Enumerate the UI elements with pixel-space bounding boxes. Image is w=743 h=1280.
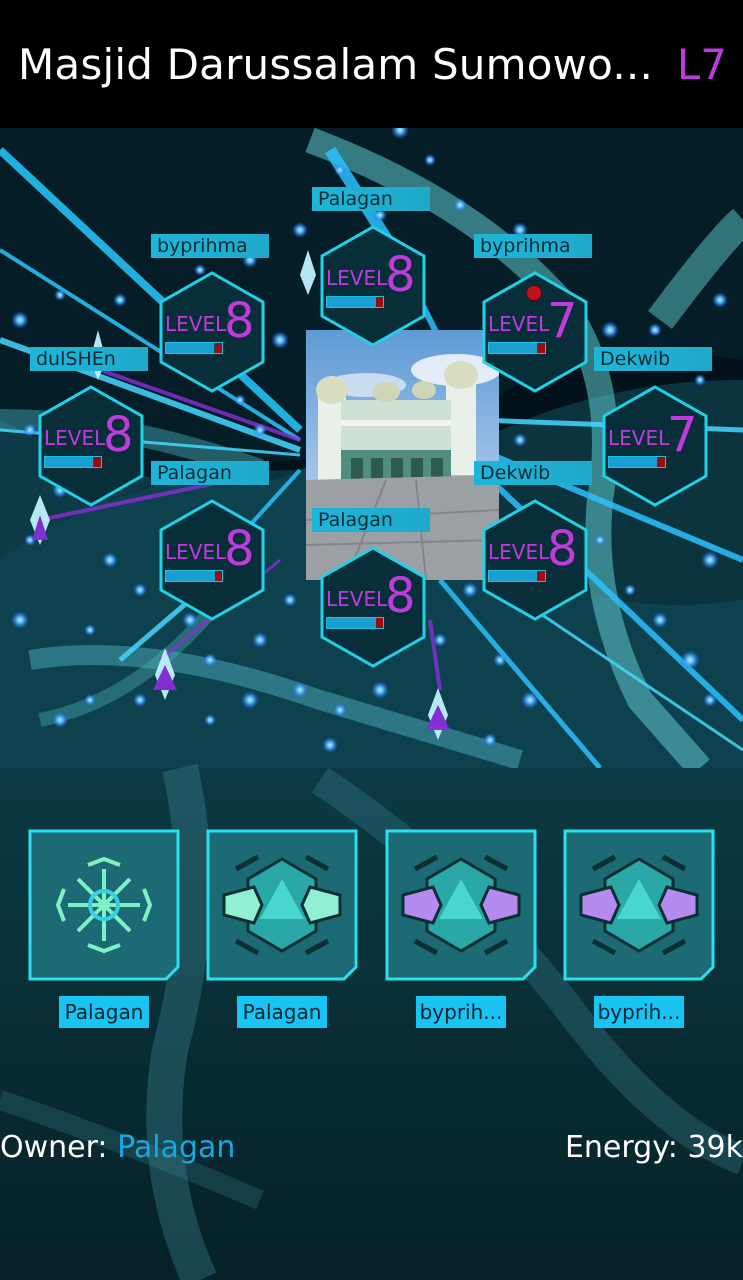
- resonator-owner-tag: Palagan: [151, 461, 269, 485]
- resonator-energy-fill: [327, 297, 378, 307]
- resonator-energy-bar: [165, 342, 223, 354]
- mod-owner-label-2: Palagan: [237, 996, 327, 1028]
- resonator-energy-cap: [94, 457, 101, 467]
- mod-slot-2[interactable]: [206, 829, 358, 981]
- owner-label: Owner:: [0, 1130, 108, 1165]
- resonator-level-word: LEVEL: [165, 312, 227, 336]
- resonator-slot-e[interactable]: LEVEL 7: [600, 384, 710, 508]
- mosque-image: [306, 330, 499, 580]
- portal-header: Masjid Darussalam Sumowo... L7: [0, 0, 743, 128]
- resonator-slot-n[interactable]: LEVEL 8: [318, 224, 428, 348]
- resonator-level-number: 8: [385, 568, 416, 624]
- mod-slot-3[interactable]: [385, 829, 537, 981]
- resonator-level-number: 7: [667, 407, 698, 463]
- resonator-slot-s[interactable]: LEVEL 8: [318, 545, 428, 669]
- resonator-slot-nw[interactable]: LEVEL 8: [157, 270, 267, 394]
- portal-title: Masjid Darussalam Sumowo...: [18, 40, 653, 89]
- resonator-energy-cap: [215, 343, 222, 353]
- resonator-energy-cap: [376, 297, 383, 307]
- resonator-owner-tag: Dekwib: [594, 347, 712, 371]
- resonator-energy-bar: [326, 296, 384, 308]
- resonator-level-word: LEVEL: [326, 266, 388, 290]
- resonator-level-word: LEVEL: [44, 426, 106, 450]
- resonator-energy-cap: [658, 457, 665, 467]
- energy-value: 39k: [687, 1130, 743, 1165]
- resonator-energy-bar: [326, 617, 384, 629]
- resonator-slot-sw[interactable]: LEVEL 8: [157, 498, 267, 622]
- resonator-level-word: LEVEL: [488, 312, 550, 336]
- portal-owner: Owner: Palagan: [0, 1130, 235, 1165]
- resonator-owner-tag: byprihma: [474, 234, 592, 258]
- resonator-level-word: LEVEL: [165, 540, 227, 564]
- portal-photo[interactable]: [306, 330, 499, 580]
- resonator-energy-bar: [488, 570, 546, 582]
- resonator-energy-fill: [609, 457, 657, 467]
- resonator-energy-fill: [489, 571, 537, 581]
- portal-energy: Energy: 39k: [565, 1130, 743, 1165]
- resonator-level-number: 8: [224, 521, 255, 577]
- resonator-energy-cap: [215, 571, 222, 581]
- resonator-energy-cap: [538, 343, 545, 353]
- resonator-energy-cap: [376, 618, 383, 628]
- resonator-energy-fill: [166, 571, 217, 581]
- resonator-energy-fill: [327, 618, 378, 628]
- resonator-slot-w[interactable]: LEVEL 8: [36, 384, 146, 508]
- owner-name[interactable]: Palagan: [117, 1130, 235, 1165]
- mod-owner-label-1: Palagan: [59, 996, 149, 1028]
- resonator-slot-se[interactable]: LEVEL 8: [480, 498, 590, 622]
- resonator-energy-bar: [44, 456, 102, 468]
- resonator-energy-bar: [608, 456, 666, 468]
- resonator-energy-bar: [165, 570, 223, 582]
- mod-owner-label-3: byprih...: [416, 996, 506, 1028]
- status-dot-icon: [526, 285, 542, 301]
- mod-slot-1[interactable]: [28, 829, 180, 981]
- resonator-owner-tag: byprihma: [151, 234, 269, 258]
- resonator-owner-tag: dulSHEn: [30, 347, 148, 371]
- resonator-level-number: 8: [103, 407, 134, 463]
- resonator-owner-tag: Dekwib: [474, 461, 592, 485]
- resonator-level-word: LEVEL: [608, 426, 670, 450]
- resonator-energy-fill: [166, 343, 214, 353]
- resonator-owner-tag: Palagan: [312, 187, 430, 211]
- resonator-level-number: 8: [224, 293, 255, 349]
- resonator-level-word: LEVEL: [326, 587, 388, 611]
- resonator-energy-fill: [45, 457, 93, 467]
- resonator-energy-cap: [538, 571, 545, 581]
- resonator-level-number: 8: [547, 521, 578, 577]
- energy-label: Energy:: [564, 1130, 678, 1165]
- resonator-owner-tag: Palagan: [312, 508, 430, 532]
- resonator-energy-fill: [489, 343, 537, 353]
- mod-slot-4[interactable]: [563, 829, 715, 981]
- resonator-energy-bar: [488, 342, 546, 354]
- resonator-level-number: 7: [547, 293, 578, 349]
- resonator-level-word: LEVEL: [488, 540, 550, 564]
- mod-owner-label-4: byprih...: [594, 996, 684, 1028]
- portal-level: L7: [676, 40, 727, 89]
- resonator-level-number: 8: [385, 247, 416, 303]
